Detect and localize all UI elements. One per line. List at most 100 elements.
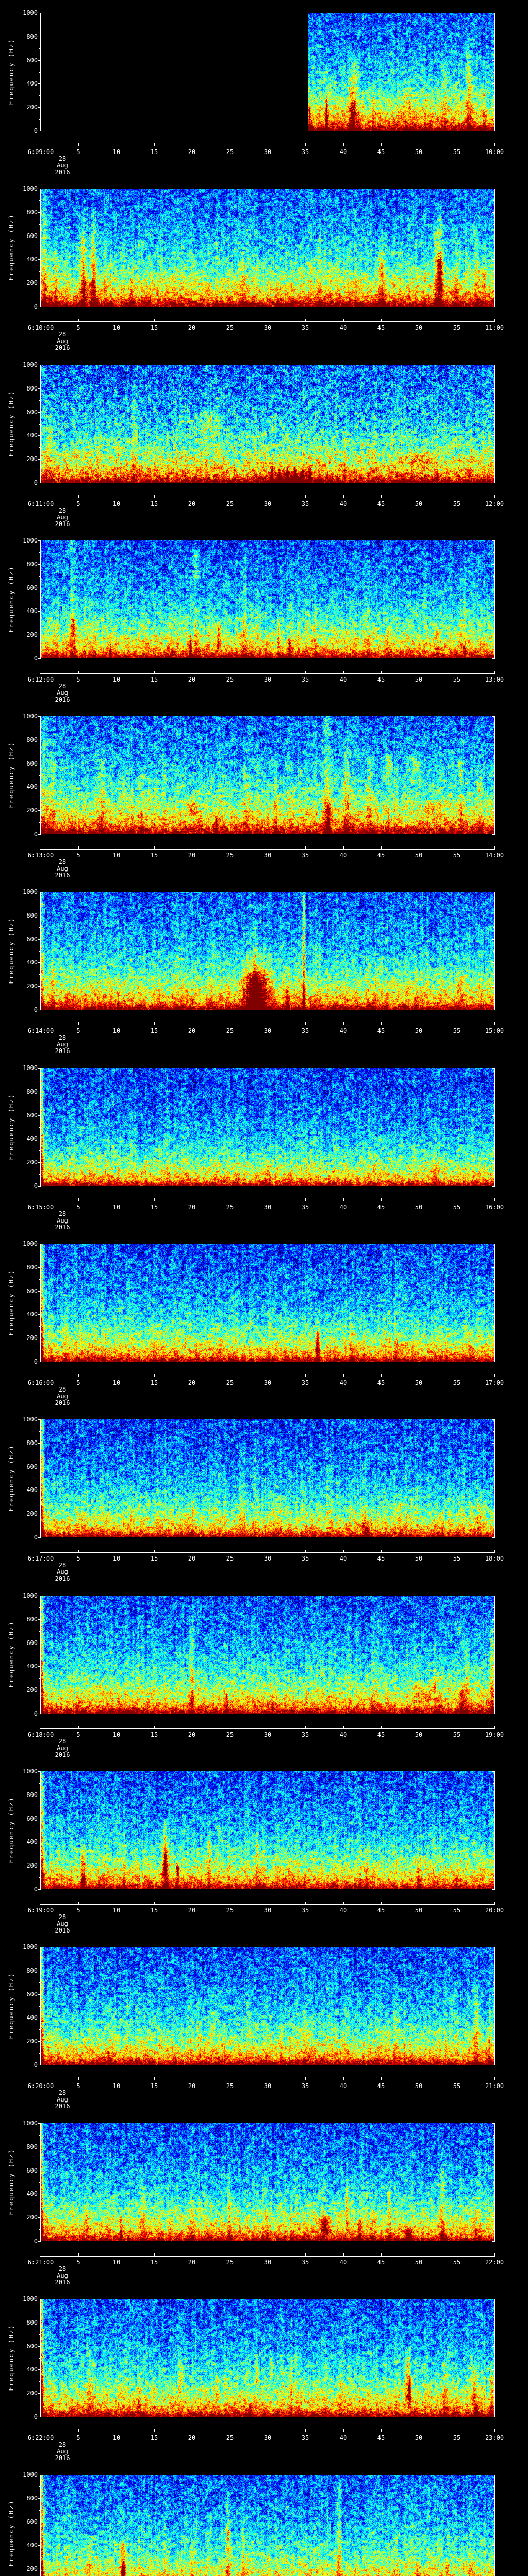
y-axis-minor-tick-right	[493, 2358, 494, 2359]
x-axis-tick-label: 15	[150, 148, 158, 156]
x-axis-tick-label: 45	[377, 676, 385, 683]
y-axis-minor-tick	[39, 576, 40, 577]
x-axis-tick-label: 25	[226, 324, 234, 331]
y-axis-minor-tick	[39, 1279, 40, 1280]
y-axis-tick	[38, 107, 40, 108]
x-axis-tick	[305, 2253, 306, 2256]
date-label: 28	[58, 507, 67, 514]
y-axis-tick-label: 0	[34, 2061, 38, 2069]
x-axis-tick	[154, 1374, 155, 1377]
y-axis-tick	[38, 83, 40, 84]
spectrogram-canvas	[41, 716, 494, 834]
x-axis-tick	[343, 1726, 344, 1728]
y-axis-tick-label: 800	[26, 736, 38, 743]
start-time-label: 6:17:00	[27, 1555, 54, 1562]
x-axis-tick	[494, 1198, 495, 1201]
x-axis-tick	[381, 2429, 382, 2432]
x-axis-tick	[305, 1022, 306, 1025]
y-axis-line	[40, 1419, 41, 1538]
x-axis-tick-label: 50	[415, 676, 423, 683]
y-axis-title: Frequency (Hz)	[8, 917, 15, 984]
x-axis-tick	[154, 671, 155, 673]
y-axis-title: Frequency (Hz)	[8, 38, 15, 105]
x-axis-tick-label: 55	[453, 1027, 461, 1035]
spectrogram-panel: 1000 800 600 400 200 0 Frequency (Hz) 6:14:00 5 1…	[0, 879, 528, 1055]
x-axis-tick	[78, 495, 79, 498]
x-axis-tick-label: 5	[76, 324, 80, 331]
x-axis-tick-label: 15	[150, 676, 158, 683]
date-label: Aug	[57, 1568, 68, 1575]
y-axis-tick-label: 1000	[23, 1240, 38, 1247]
spectrogram-canvas	[41, 1771, 494, 1889]
x-axis-tick	[494, 143, 495, 146]
y-axis-minor-tick-right	[493, 1431, 494, 1432]
y-axis-tick-label: 600	[26, 1287, 38, 1295]
y-axis-tick-right	[492, 435, 494, 436]
date-label: Aug	[57, 2096, 68, 2103]
y-axis-line	[40, 540, 41, 659]
x-axis-tick	[343, 2077, 344, 2080]
spectrogram-panel: 1000 800 600 400 200 0 Frequency (Hz) 6:13:00 5 1…	[0, 703, 528, 879]
y-axis-tick	[38, 1771, 40, 1772]
y-axis-tick-label: 600	[26, 57, 38, 64]
x-axis-tick-label: 45	[377, 2082, 385, 2090]
x-axis-tick-label: 10	[112, 1907, 121, 1914]
end-time-label: 18:00	[485, 1555, 504, 1562]
y-axis-tick	[38, 1115, 40, 1116]
start-time-label: 6:22:00	[27, 2434, 54, 2442]
date-label: Aug	[57, 1744, 68, 1752]
x-axis-tick	[343, 1550, 344, 1552]
date-label: 28	[58, 858, 67, 866]
date-label: Aug	[57, 337, 68, 345]
x-axis-tick-label: 25	[226, 1555, 234, 1562]
x-axis-tick	[78, 1550, 79, 1552]
y-axis-tick-label: 400	[26, 2366, 38, 2373]
y-axis-tick-label: 800	[26, 2495, 38, 2502]
y-axis-tick-right	[492, 2393, 494, 2394]
x-axis-tick-label: 50	[415, 148, 423, 156]
x-axis-tick	[305, 143, 306, 146]
y-axis-title: Frequency (Hz)	[8, 1445, 15, 1512]
x-axis-tick	[78, 2429, 79, 2432]
y-axis-tick-right	[492, 259, 494, 260]
y-axis-line	[40, 1068, 41, 1187]
x-axis-line	[40, 1552, 495, 1553]
x-axis-tick-label: 10	[112, 1731, 121, 1738]
date-label: 28	[58, 1562, 67, 1569]
y-axis-tick-label: 0	[34, 2413, 38, 2420]
y-axis-minor-tick-right	[493, 552, 494, 553]
y-axis-tick-right	[492, 1314, 494, 1315]
y-axis-tick-right	[492, 810, 494, 811]
y-axis-title: Frequency (Hz)	[8, 741, 15, 808]
x-axis-tick	[154, 143, 155, 146]
x-axis-tick-label: 40	[339, 1027, 348, 1035]
spectrogram-panel: 10008006004002000Frequency (Hz)6:23:0051…	[0, 2462, 528, 2576]
x-axis-tick-label: 40	[339, 324, 348, 331]
spectrogram-canvas	[41, 2123, 494, 2241]
x-axis-tick-label: 25	[226, 1907, 234, 1914]
x-axis-tick-label: 35	[301, 676, 309, 683]
y-axis-tick	[38, 810, 40, 811]
y-axis-tick-right	[492, 1291, 494, 1292]
x-axis-tick-label: 35	[301, 1731, 309, 1738]
x-axis-tick	[381, 1726, 382, 1728]
end-time-label: 13:00	[485, 676, 504, 683]
y-axis-title: Frequency (Hz)	[8, 1269, 15, 1336]
y-axis-tick	[38, 259, 40, 260]
y-axis-title: Frequency (Hz)	[8, 1621, 15, 1688]
y-axis-minor-tick	[39, 2358, 40, 2359]
y-axis-tick-label: 400	[26, 1663, 38, 1670]
x-axis-tick-label: 30	[263, 2082, 272, 2090]
y-axis-tick-label: 600	[26, 584, 38, 591]
y-axis-tick-label: 800	[26, 912, 38, 919]
y-axis-tick	[38, 2393, 40, 2394]
y-axis-tick-label: 1000	[23, 361, 38, 368]
x-axis-tick	[381, 143, 382, 146]
y-axis-minor-tick-right	[493, 1678, 494, 1679]
y-axis-minor-tick-right	[493, 576, 494, 577]
right-axis-line	[494, 540, 495, 659]
y-axis-minor-tick	[39, 48, 40, 49]
x-axis-tick-label: 45	[377, 1027, 385, 1035]
y-axis-minor-tick	[39, 775, 40, 776]
spectrogram-panel: 1000 800 600 400 200 0 Frequency (Hz) 6:17:00 5 1…	[0, 1406, 528, 1582]
